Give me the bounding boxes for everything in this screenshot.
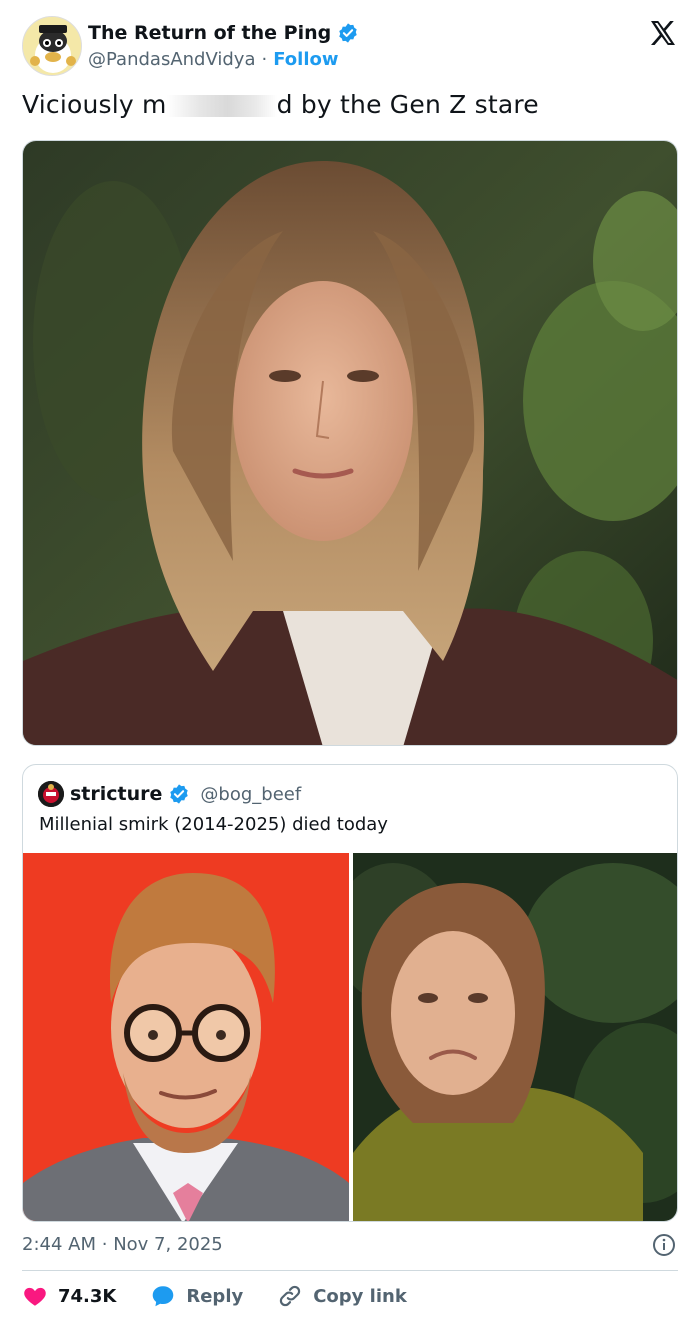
like-button[interactable]: 74.3K (22, 1283, 116, 1309)
tweet-time: 2:44 AM (22, 1234, 96, 1255)
verified-badge-icon (337, 22, 359, 44)
author-display-name[interactable]: The Return of the Ping (88, 22, 331, 44)
info-icon[interactable] (652, 1233, 676, 1257)
tweet-text-after: d by the Gen Z stare (276, 90, 539, 119)
author-handle[interactable]: @PandasAndVidya (88, 49, 256, 70)
copy-link-button[interactable]: Copy link (277, 1283, 407, 1309)
tweet-date: Nov 7, 2025 (113, 1234, 223, 1255)
redacted-word (166, 93, 277, 117)
reply-label: Reply (186, 1285, 244, 1307)
tweet-header: The Return of the Ping @PandasAndVidya ·… (22, 14, 682, 78)
copy-link-label: Copy link (313, 1285, 407, 1307)
handle-row: @PandasAndVidya · Follow (88, 49, 339, 70)
tweet-text-before: Viciously m (22, 90, 167, 119)
quote-text: Millenial smirk (2014-2025) died today (39, 814, 388, 835)
timestamp-separator: · (101, 1234, 108, 1255)
quote-verified-badge-icon (168, 783, 190, 805)
reply-bubble-icon (153, 1286, 174, 1307)
tweet-photo[interactable] (22, 140, 678, 746)
quote-photo-right[interactable] (353, 853, 677, 1221)
quote-avatar[interactable] (38, 781, 64, 807)
quote-photo-left[interactable] (23, 853, 349, 1221)
action-bar: 74.3K Reply Copy link (22, 1283, 441, 1309)
link-icon (280, 1285, 301, 1307)
name-row: The Return of the Ping (88, 22, 359, 44)
tweet-text: Viciously m d by the Gen Z stare (22, 90, 539, 119)
follow-button[interactable]: Follow (273, 49, 338, 70)
heart-icon (24, 1287, 46, 1306)
divider (22, 1270, 678, 1271)
quote-display-name[interactable]: stricture (70, 783, 162, 805)
handle-separator: · (261, 49, 268, 70)
quoted-tweet[interactable]: stricture @bog_beef Millenial smirk (201… (22, 764, 678, 1222)
like-count: 74.3K (58, 1285, 117, 1307)
author-avatar[interactable] (22, 16, 82, 76)
quote-header: stricture @bog_beef (38, 781, 301, 807)
tweet-timestamp[interactable]: 2:44 AM · Nov 7, 2025 (22, 1234, 223, 1255)
x-logo-icon[interactable] (648, 18, 678, 48)
reply-button[interactable]: Reply (150, 1283, 243, 1309)
quote-handle[interactable]: @bog_beef (200, 784, 301, 805)
